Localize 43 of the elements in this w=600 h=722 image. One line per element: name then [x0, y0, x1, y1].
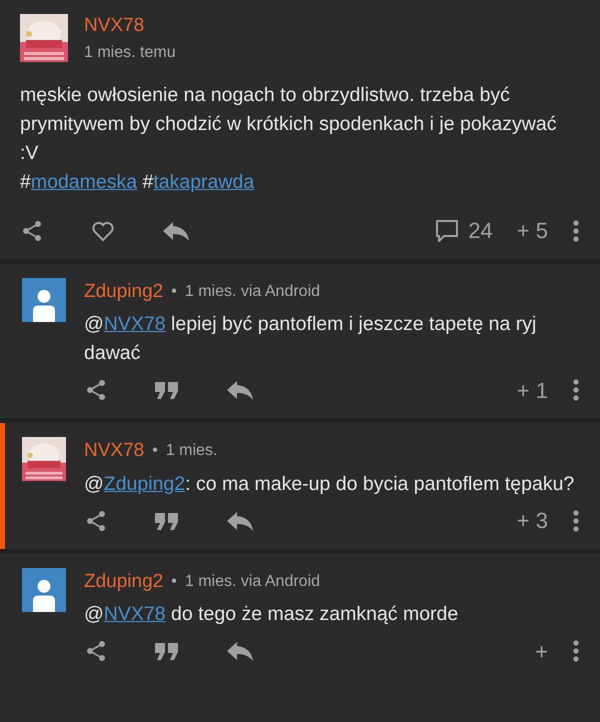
mention-link[interactable]: Zduping2: [104, 472, 186, 494]
vote-count[interactable]: + 1: [516, 374, 548, 406]
share-icon[interactable]: [84, 639, 108, 663]
bullet-separator: •: [171, 282, 177, 302]
share-icon[interactable]: [20, 218, 44, 242]
reply-text: @NVX78 do tego że masz zamknąć morde: [84, 602, 460, 627]
comment-icon[interactable]: [434, 218, 460, 244]
post-text: męskie owłosienie na nogach to obrzydlistwo. trzeba być prymitywem by chodzić w krótkich spodenkach i je pokazywać :V #modameska #takaprawda: [20, 82, 558, 194]
author-name[interactable]: NVX78: [84, 12, 176, 40]
reply-time: 1 mies.: [166, 441, 218, 462]
avatar-icon: [20, 568, 68, 612]
reply-text: @NVX78 lepiej być pantoflem i jeszcze tapetę na ryj dawać: [84, 312, 538, 366]
comment-count: 24: [468, 217, 493, 245]
reply-icon[interactable]: [226, 510, 254, 532]
quote-icon[interactable]: [154, 641, 180, 661]
more-icon[interactable]: [572, 378, 580, 402]
vote-count[interactable]: +: [535, 634, 548, 668]
author-name[interactable]: NVX78: [84, 437, 144, 466]
more-icon[interactable]: [572, 218, 580, 242]
reply-time: 1 mies. via Android: [184, 572, 320, 592]
vote-count[interactable]: + 5: [516, 214, 548, 247]
bullet-separator: •: [171, 572, 177, 592]
hashtag-link[interactable]: modameska: [30, 170, 138, 192]
more-icon[interactable]: [572, 639, 580, 663]
mention-link[interactable]: NVX78: [104, 603, 166, 625]
author-name[interactable]: Zduping2: [84, 568, 164, 596]
vote-count[interactable]: + 3: [516, 504, 548, 537]
reply-time: 1 mies. via Android: [184, 282, 320, 302]
bullet-separator: •: [152, 441, 158, 462]
reply-text: @Zduping2: co ma make-up do bycia pantoflem tępaku?: [84, 472, 576, 496]
reply-icon[interactable]: [226, 640, 254, 662]
share-icon[interactable]: [84, 508, 108, 532]
share-icon[interactable]: [84, 378, 108, 402]
more-icon[interactable]: [572, 508, 580, 532]
post-time: 1 mies. temu: [84, 42, 176, 62]
hashtag-link[interactable]: takaprawda: [153, 170, 254, 192]
reply-icon[interactable]: [162, 220, 190, 242]
author-name[interactable]: Zduping2: [84, 278, 164, 306]
reply-icon[interactable]: [226, 379, 254, 401]
quote-icon[interactable]: [154, 380, 180, 400]
quote-icon[interactable]: [154, 510, 180, 530]
mention-link[interactable]: NVX78: [104, 313, 166, 335]
avatar-icon: [20, 278, 68, 322]
